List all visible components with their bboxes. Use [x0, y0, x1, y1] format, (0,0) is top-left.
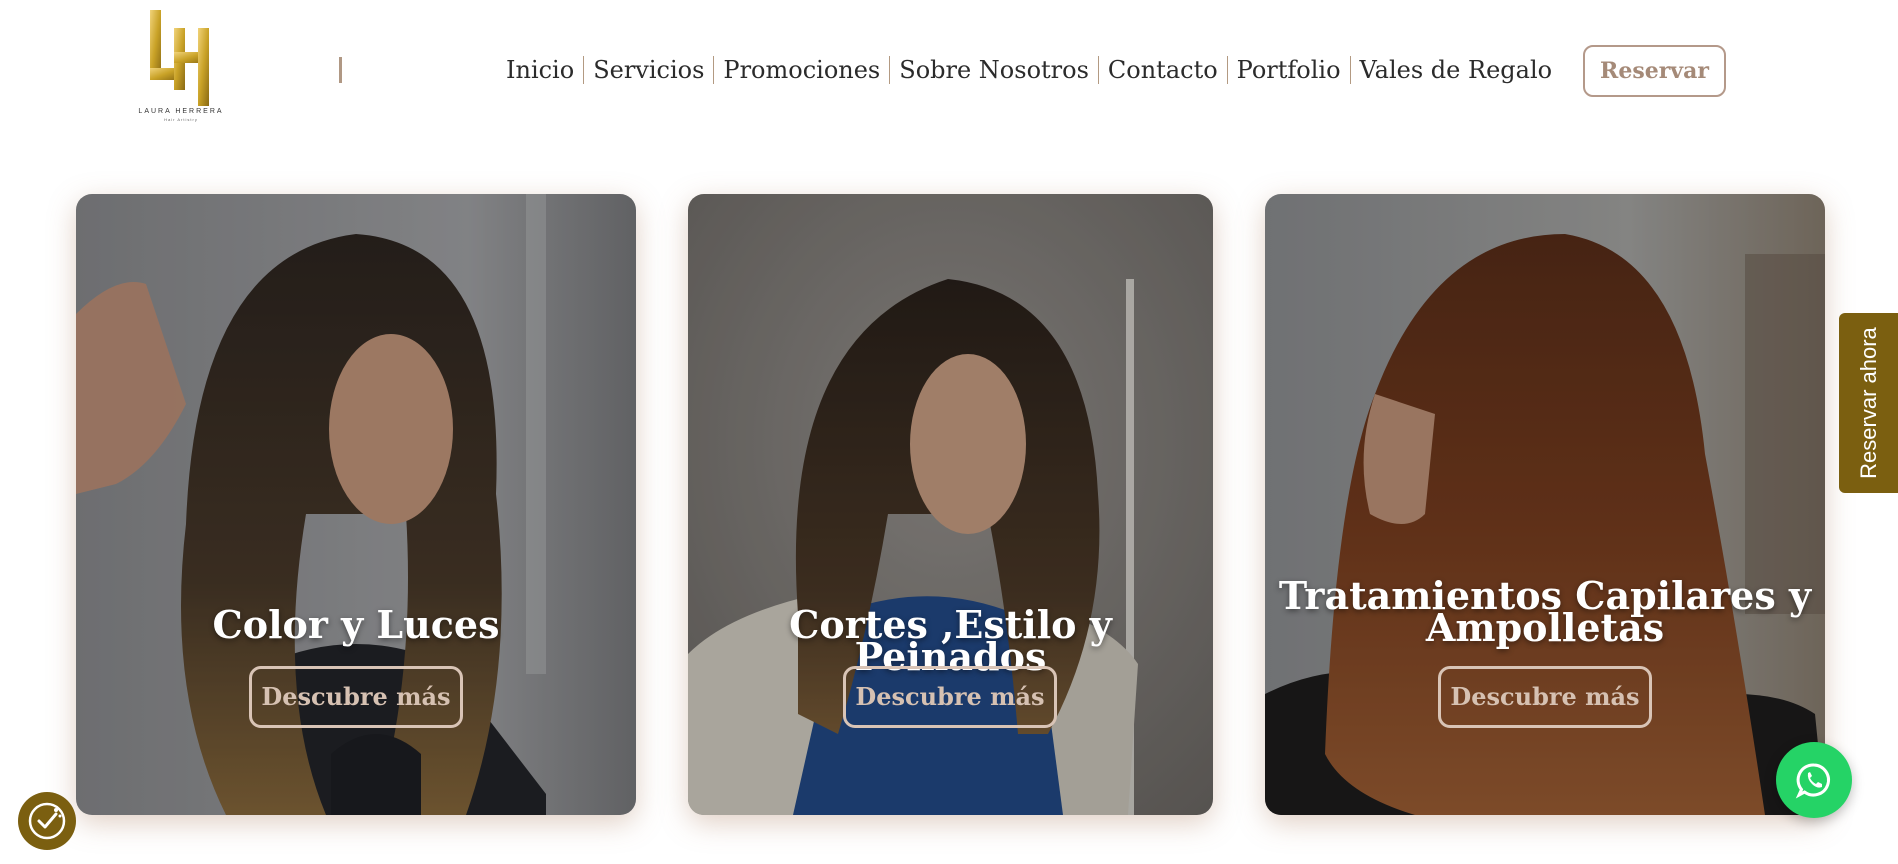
descubre-mas-button[interactable]: Descubre más — [1438, 666, 1652, 728]
nav-item-portfolio[interactable]: Portfolio — [1226, 56, 1350, 84]
logo-subtext: Hair Artistry — [164, 117, 198, 122]
descubre-mas-button[interactable]: Descubre más — [843, 666, 1057, 728]
cookie-settings-button[interactable] — [18, 792, 76, 850]
whatsapp-button[interactable] — [1776, 742, 1852, 818]
page: LAURA HERRERA Hair Artistry Inicio Servi… — [0, 0, 1898, 864]
nav-item-inicio[interactable]: Inicio — [500, 56, 583, 84]
logo-text: LAURA HERRERA — [138, 108, 224, 115]
service-card-color[interactable]: Color y Luces Descubre más — [76, 194, 636, 815]
nav-item-sobre-nosotros[interactable]: Sobre Nosotros — [889, 56, 1098, 84]
brand-logo[interactable]: LAURA HERRERA Hair Artistry — [138, 10, 224, 122]
cookie-settings-icon — [28, 802, 66, 840]
card-title-line: Ampolletas — [1425, 605, 1665, 650]
reservar-ahora-tab[interactable]: Reservar ahora — [1839, 313, 1898, 493]
card-title: Tratamientos Capilares y Ampolletas — [1265, 577, 1825, 647]
service-card-tratamientos[interactable]: Tratamientos Capilares y Ampolletas Desc… — [1265, 194, 1825, 815]
lh-monogram-icon — [150, 10, 209, 106]
descubre-mas-button[interactable]: Descubre más — [249, 666, 463, 728]
nav-divider — [339, 57, 342, 83]
nav-item-servicios[interactable]: Servicios — [583, 56, 713, 84]
main-nav: Inicio Servicios Promociones Sobre Nosot… — [500, 50, 1561, 90]
nav-item-vales-de-regalo[interactable]: Vales de Regalo — [1349, 56, 1562, 84]
reservar-ahora-label: Reservar ahora — [1855, 327, 1881, 479]
nav-item-contacto[interactable]: Contacto — [1097, 56, 1227, 84]
reservar-button[interactable]: Reservar — [1583, 45, 1726, 97]
card-title: Color y Luces — [212, 602, 500, 647]
nav-item-promociones[interactable]: Promociones — [713, 56, 889, 84]
card-title: Cortes ,Estilo y Peinados — [789, 602, 1112, 679]
site-header: LAURA HERRERA Hair Artistry Inicio Servi… — [0, 0, 1898, 145]
whatsapp-icon — [1795, 763, 1830, 799]
service-card-cortes[interactable]: Cortes ,Estilo y Peinados Descubre más — [688, 194, 1213, 815]
